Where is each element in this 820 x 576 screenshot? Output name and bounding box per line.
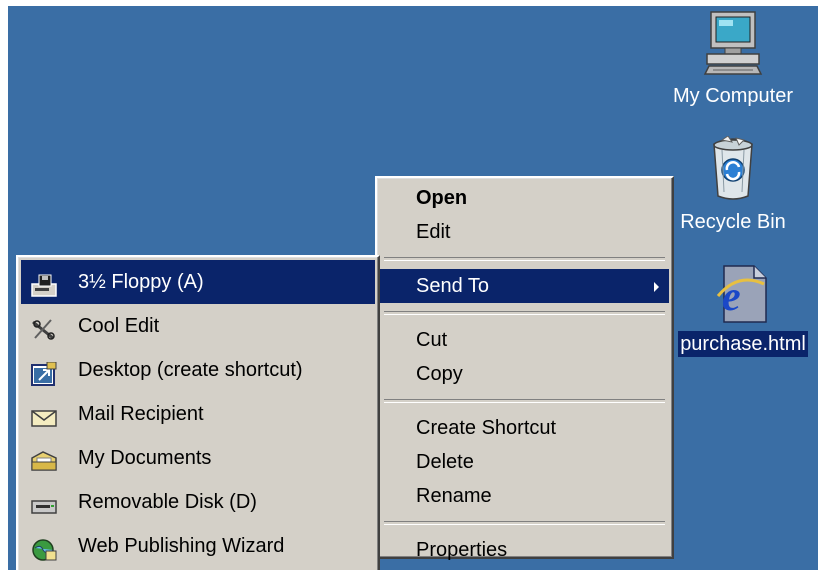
menu-item-label: Cool Edit: [78, 315, 160, 337]
menu-item-label: Removable Disk (D): [78, 491, 257, 513]
menu-item-copy[interactable]: Copy: [380, 357, 669, 391]
menu-item-label: My Documents: [78, 447, 212, 469]
menu-item-delete[interactable]: Delete: [380, 445, 669, 479]
menu-item-create-shortcut[interactable]: Create Shortcut: [380, 411, 669, 445]
send-to-item-web-publishing-wizard[interactable]: Web Publishing Wizard: [21, 524, 375, 568]
menu-separator: [384, 399, 665, 403]
desktop-icon-label: My Computer: [672, 85, 794, 107]
desktop-icon-recycle-bin[interactable]: Recycle Bin: [658, 135, 808, 235]
internet-explorer-document-icon: e: [668, 262, 818, 331]
desktop-icon-label: purchase.html: [678, 331, 808, 357]
send-to-item-my-documents[interactable]: My Documents: [21, 436, 375, 480]
send-to-item-floppy[interactable]: 3½ Floppy (A): [21, 260, 375, 304]
removable-disk-icon: [31, 490, 57, 514]
menu-item-label: Mail Recipient: [78, 403, 204, 425]
send-to-submenu: 3½ Floppy (A) Cool Edit Desktop (create …: [16, 255, 380, 570]
desktop[interactable]: My Computer Recycle Bin e purchase.html …: [8, 6, 818, 570]
menu-separator: [384, 521, 665, 525]
context-menu: Open Edit Send To Cut Copy Create Shortc…: [375, 176, 674, 561]
send-to-item-desktop[interactable]: Desktop (create shortcut): [21, 348, 375, 392]
menu-item-label: 3½ Floppy (A): [78, 271, 204, 293]
recycle-bin-icon: [658, 135, 808, 209]
menu-item-rename[interactable]: Rename: [380, 479, 669, 513]
computer-icon: [658, 10, 808, 83]
desktop-icon-purchase-html[interactable]: e purchase.html: [668, 262, 818, 357]
send-to-item-cool-edit[interactable]: Cool Edit: [21, 304, 375, 348]
send-to-item-removable-disk[interactable]: Removable Disk (D): [21, 480, 375, 524]
menu-separator: [384, 257, 665, 261]
desktop-shortcut-icon: [31, 358, 57, 386]
menu-item-properties[interactable]: Properties: [380, 533, 669, 567]
web-publishing-wizard-icon: [31, 534, 57, 561]
floppy-drive-icon: [31, 270, 57, 297]
send-to-item-mail-recipient[interactable]: Mail Recipient: [21, 392, 375, 436]
desktop-icon-my-computer[interactable]: My Computer: [658, 10, 808, 109]
menu-item-cut[interactable]: Cut: [380, 323, 669, 357]
menu-item-label: Desktop (create shortcut): [78, 359, 303, 381]
my-documents-folder-icon: [31, 446, 57, 471]
menu-separator: [384, 311, 665, 315]
menu-item-edit[interactable]: Edit: [380, 215, 669, 249]
menu-item-label: Web Publishing Wizard: [78, 535, 285, 557]
menu-item-label: Send To: [416, 275, 490, 297]
menu-item-open[interactable]: Open: [380, 181, 669, 215]
cool-edit-icon: [31, 314, 57, 340]
desktop-icon-label: Recycle Bin: [680, 211, 786, 233]
submenu-arrow-icon: [654, 282, 659, 292]
menu-item-send-to[interactable]: Send To: [380, 269, 669, 303]
mail-envelope-icon: [31, 402, 57, 427]
